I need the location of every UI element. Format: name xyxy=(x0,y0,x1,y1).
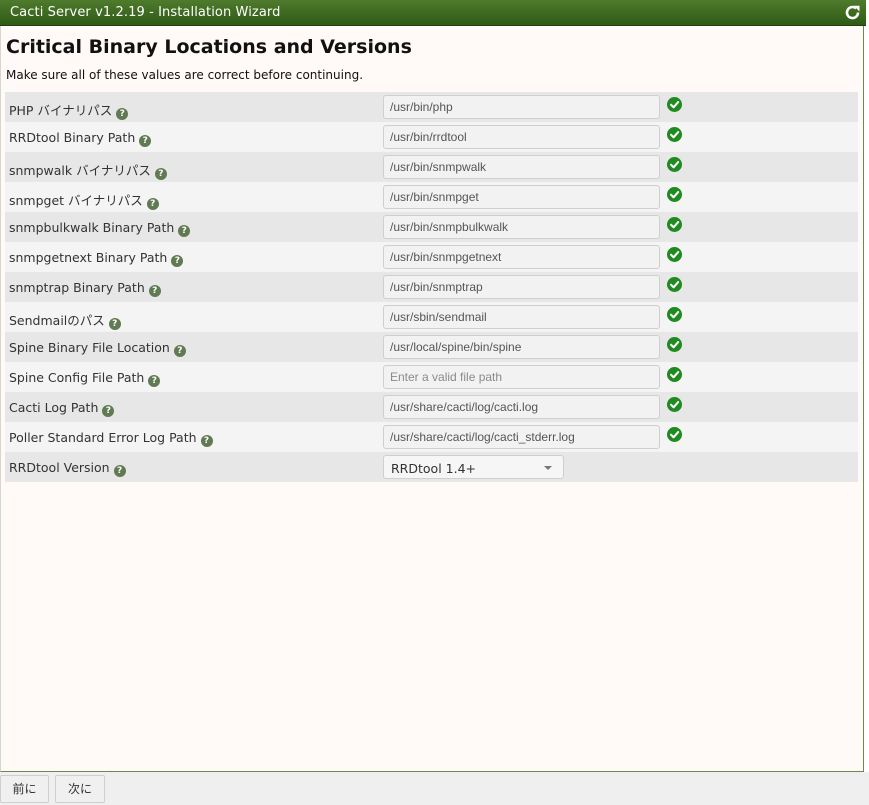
path-input[interactable] xyxy=(383,365,660,389)
path-input[interactable] xyxy=(383,95,660,119)
help-icon[interactable]: ? xyxy=(154,168,167,180)
path-input[interactable] xyxy=(383,305,660,329)
settings-table: PHP バイナリパス?RRDtool Binary Path?snmpwalk … xyxy=(5,92,858,482)
setting-label-text: PHP バイナリパス xyxy=(9,103,113,118)
setting-label: snmpgetnext Binary Path? xyxy=(9,250,184,267)
settings-row: Sendmailのパス? xyxy=(5,302,858,332)
path-input[interactable] xyxy=(383,275,660,299)
settings-row: snmpbulkwalk Binary Path? xyxy=(5,212,858,242)
help-icon[interactable]: ? xyxy=(148,285,161,297)
next-button[interactable]: 次に xyxy=(55,775,105,803)
check-circle-icon xyxy=(667,127,682,142)
page-title: Critical Binary Locations and Versions xyxy=(6,36,412,58)
path-input[interactable] xyxy=(383,245,660,269)
check-circle-icon xyxy=(667,217,682,232)
path-input[interactable] xyxy=(383,395,660,419)
chevron-down-icon xyxy=(544,466,552,470)
help-icon[interactable]: ? xyxy=(173,345,186,357)
help-icon[interactable]: ? xyxy=(178,225,191,237)
settings-row: Poller Standard Error Log Path? xyxy=(5,422,858,452)
rrdtool-version-selected: RRDtool 1.4+ xyxy=(391,461,476,476)
path-input[interactable] xyxy=(383,215,660,239)
help-icon[interactable]: ? xyxy=(102,405,115,417)
settings-row: PHP バイナリパス? xyxy=(5,92,858,122)
setting-label-text: Cacti Log Path xyxy=(9,400,99,415)
path-input[interactable] xyxy=(383,155,660,179)
setting-label-text: RRDtool Binary Path xyxy=(9,130,136,145)
settings-row: Spine Binary File Location? xyxy=(5,332,858,362)
settings-row: snmpget バイナリパス? xyxy=(5,182,858,212)
page-subtitle: Make sure all of these values are correc… xyxy=(6,68,364,82)
setting-label: RRDtool Version? xyxy=(9,460,126,477)
check-circle-icon xyxy=(667,97,682,112)
setting-label-text: snmpget バイナリパス xyxy=(9,193,143,208)
help-icon[interactable]: ? xyxy=(171,255,184,267)
path-input[interactable] xyxy=(383,425,660,449)
setting-label-text: snmpbulkwalk Binary Path xyxy=(9,220,175,235)
setting-label: RRDtool Binary Path? xyxy=(9,130,152,147)
setting-label-text: snmpgetnext Binary Path xyxy=(9,250,168,265)
setting-label-text: Poller Standard Error Log Path xyxy=(9,430,197,445)
settings-row: Cacti Log Path? xyxy=(5,392,858,422)
wizard-content: Critical Binary Locations and Versions M… xyxy=(0,26,864,772)
setting-label-text: snmpwalk バイナリパス xyxy=(9,163,151,178)
previous-button[interactable]: 前に xyxy=(0,775,49,803)
setting-label: Spine Binary File Location? xyxy=(9,340,186,357)
check-circle-icon xyxy=(667,427,682,442)
help-icon[interactable]: ? xyxy=(139,135,152,147)
settings-row: snmpgetnext Binary Path? xyxy=(5,242,858,272)
help-icon[interactable]: ? xyxy=(148,375,161,387)
path-input[interactable] xyxy=(383,335,660,359)
help-icon[interactable]: ? xyxy=(146,198,159,210)
window-title: Cacti Server v1.2.19 - Installation Wiza… xyxy=(10,5,281,20)
help-icon[interactable]: ? xyxy=(200,435,213,447)
check-circle-icon xyxy=(667,247,682,262)
help-icon[interactable]: ? xyxy=(116,108,129,120)
settings-row: RRDtool Binary Path? xyxy=(5,122,858,152)
title-bar: Cacti Server v1.2.19 - Installation Wiza… xyxy=(0,0,866,26)
settings-row: snmptrap Binary Path? xyxy=(5,272,858,302)
settings-row-rrdtool-version: RRDtool Version? RRDtool 1.4+ xyxy=(5,452,858,482)
setting-label: Poller Standard Error Log Path? xyxy=(9,430,213,447)
setting-label: PHP バイナリパス? xyxy=(9,100,129,120)
setting-label: snmpwalk バイナリパス? xyxy=(9,160,167,180)
setting-label-text: snmptrap Binary Path xyxy=(9,280,145,295)
check-circle-icon xyxy=(667,367,682,382)
setting-label: Cacti Log Path? xyxy=(9,400,115,417)
setting-label: snmpbulkwalk Binary Path? xyxy=(9,220,191,237)
check-circle-icon xyxy=(667,307,682,322)
setting-label-text: Spine Binary File Location xyxy=(9,340,170,355)
check-circle-icon xyxy=(667,187,682,202)
check-circle-icon xyxy=(667,157,682,172)
settings-row: snmpwalk バイナリパス? xyxy=(5,152,858,182)
setting-label: snmptrap Binary Path? xyxy=(9,280,161,297)
check-circle-icon xyxy=(667,397,682,412)
check-circle-icon xyxy=(667,277,682,292)
path-input[interactable] xyxy=(383,185,660,209)
setting-label: Sendmailのパス? xyxy=(9,310,121,330)
footer-bar: 前に 次に xyxy=(0,772,869,805)
setting-label: snmpget バイナリパス? xyxy=(9,190,159,210)
setting-label-text: Spine Config File Path xyxy=(9,370,145,385)
setting-label-text: Sendmailのパス xyxy=(9,313,105,328)
setting-label-text: RRDtool Version xyxy=(9,460,110,475)
rrdtool-version-select[interactable]: RRDtool 1.4+ xyxy=(383,455,564,479)
help-icon[interactable]: ? xyxy=(113,465,126,477)
setting-label: Spine Config File Path? xyxy=(9,370,161,387)
check-circle-icon xyxy=(667,337,682,352)
settings-row: Spine Config File Path? xyxy=(5,362,858,392)
path-input[interactable] xyxy=(383,125,660,149)
help-icon[interactable]: ? xyxy=(108,318,121,330)
refresh-icon[interactable] xyxy=(844,4,861,21)
